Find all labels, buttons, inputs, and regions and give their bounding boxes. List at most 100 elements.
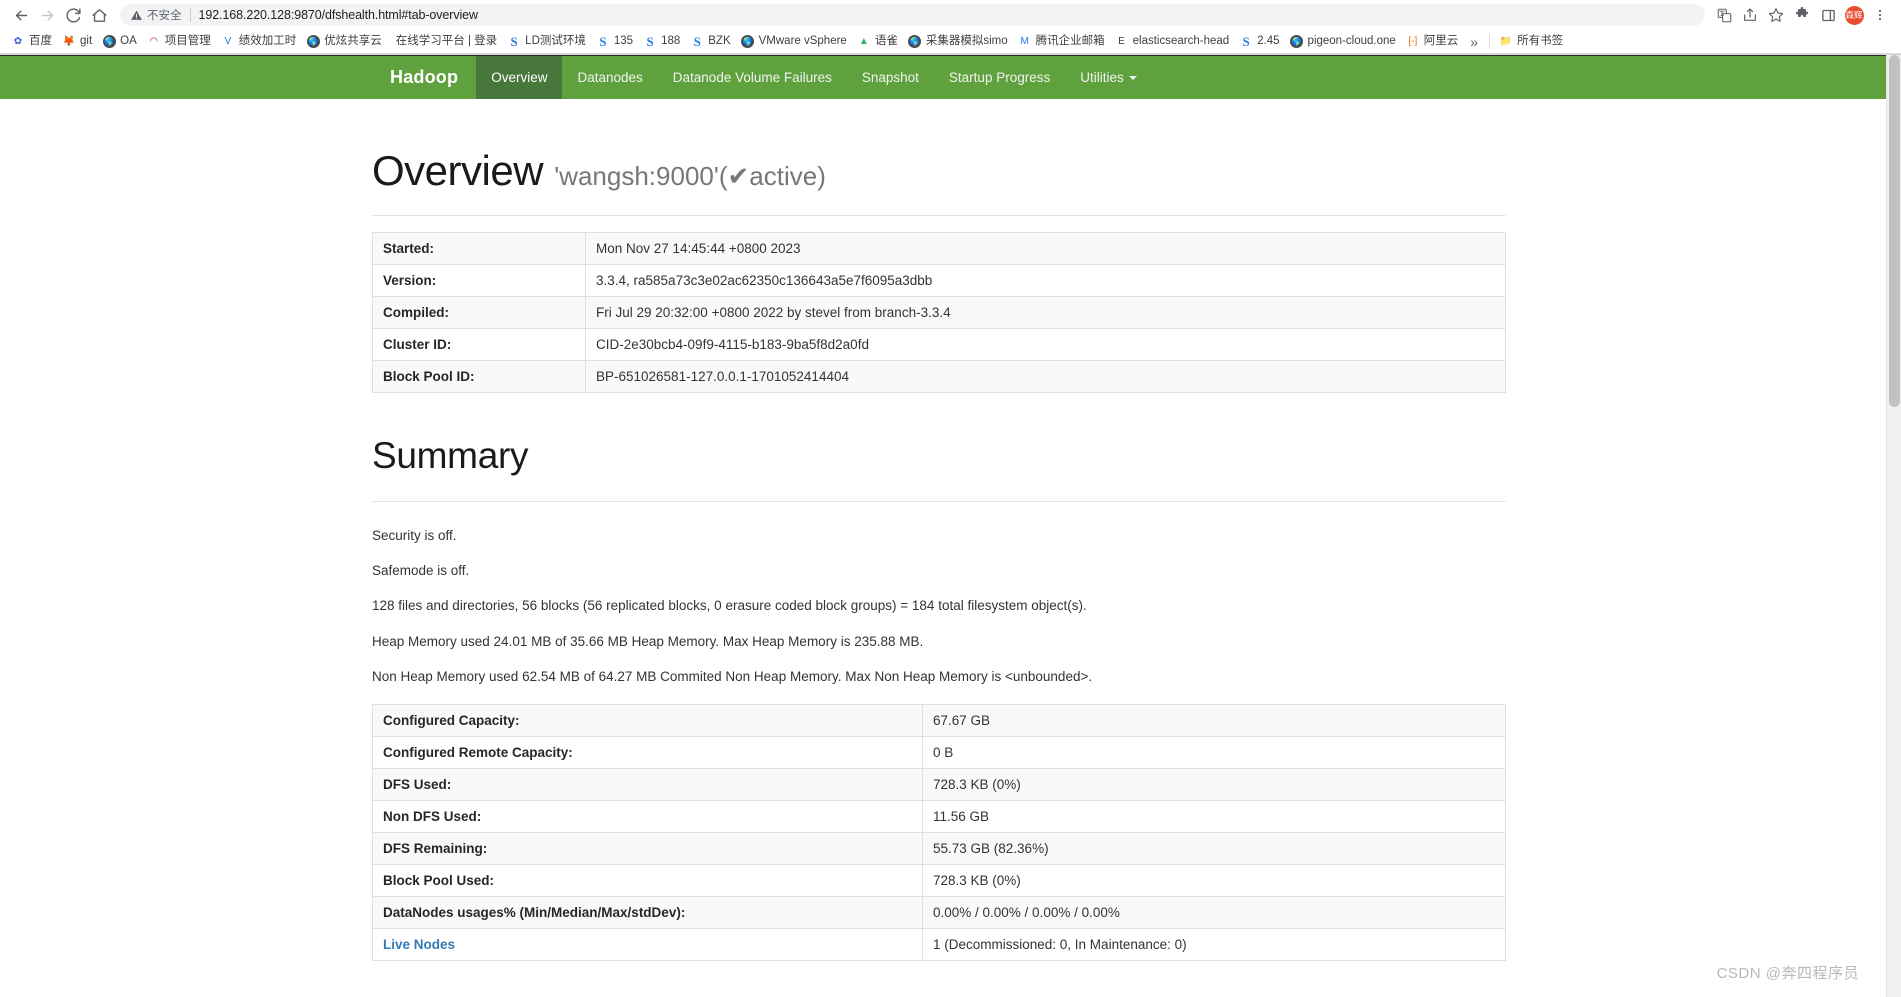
translate-icon[interactable] bbox=[1711, 2, 1737, 28]
bookmark-item[interactable]: Eelasticsearch-head bbox=[1110, 32, 1235, 52]
table-row: Cluster ID: CID-2e30bcb4-09f9-4115-b183-9… bbox=[372, 328, 1506, 362]
share-icon[interactable] bbox=[1737, 2, 1763, 28]
chrome-menu-icon[interactable] bbox=[1867, 2, 1893, 28]
tencent-mail-icon: M bbox=[1020, 35, 1029, 47]
bookmark-item[interactable]: 🌎 采集器模拟simo bbox=[903, 32, 1013, 52]
sogou-s-icon: S bbox=[510, 34, 518, 49]
bookmark-item[interactable]: 🌎 OA bbox=[97, 32, 142, 52]
table-row: Configured Remote Capacity: 0 B bbox=[372, 736, 1506, 770]
row-key: Started: bbox=[372, 232, 586, 266]
address-bar-url[interactable]: 192.168.220.128:9870/dfshealth.html#tab-… bbox=[199, 8, 478, 22]
bookmark-item[interactable]: ✿ 百度 bbox=[6, 32, 57, 52]
bookmark-label: LD测试环境 bbox=[525, 34, 586, 47]
page-title-state-close: ) bbox=[817, 161, 826, 191]
overview-info-table: Started: Mon Nov 27 14:45:44 +0800 2023 Ve… bbox=[372, 232, 1506, 394]
nav-item-snapshot[interactable]: Snapshot bbox=[847, 56, 934, 99]
row-key: Configured Remote Capacity: bbox=[372, 736, 923, 770]
bookmark-item[interactable]: S 2.45 bbox=[1234, 32, 1284, 52]
page-viewport: Hadoop Overview Datanodes Datanode Volume … bbox=[0, 55, 1901, 997]
row-value: 0 B bbox=[922, 736, 1506, 770]
bookmark-label: 语雀 bbox=[874, 34, 898, 47]
table-row: DataNodes usages% (Min/Median/Max/stdDev… bbox=[372, 896, 1506, 930]
browser-toolbar: 不安全 192.168.220.128:9870/dfshealth.html#… bbox=[0, 0, 1901, 30]
avatar-label: 森辉 bbox=[1844, 5, 1864, 25]
redmine-icon: ◠ bbox=[149, 35, 159, 47]
bookmark-item[interactable]: 🦊 git bbox=[57, 32, 97, 52]
all-bookmarks-button[interactable]: 📁 所有书签 bbox=[1494, 32, 1568, 52]
security-label: 不安全 bbox=[147, 10, 182, 22]
page-content: Overview 'wangsh:9000'(✔active) Started:… bbox=[0, 148, 1886, 962]
nav-item-startup-progress[interactable]: Startup Progress bbox=[934, 56, 1065, 99]
browser-chrome: 不安全 192.168.220.128:9870/dfshealth.html#… bbox=[0, 0, 1901, 55]
extensions-puzzle-icon[interactable] bbox=[1789, 2, 1815, 28]
page-title-host: 'wangsh:9000' bbox=[554, 161, 719, 191]
hadoop-brand[interactable]: Hadoop bbox=[372, 56, 476, 99]
page-title-state-label: active bbox=[749, 161, 818, 191]
table-row: Started: Mon Nov 27 14:45:44 +0800 2023 bbox=[372, 232, 1506, 266]
bookmarks-bar: ✿ 百度 🦊 git 🌎 OA ◠ 项目管理 V 绩效加工时 🌎 优炫共享云 在线学习平台 | 登录 S L… bbox=[0, 30, 1901, 54]
bookmark-item[interactable]: [-] 阿里云 bbox=[1401, 32, 1464, 52]
bookmark-item[interactable]: V 绩效加工时 bbox=[216, 32, 302, 52]
bookmark-label: elasticsearch-head bbox=[1132, 34, 1230, 47]
gitlab-icon: 🦊 bbox=[62, 35, 76, 47]
nav-item-label: Datanode Volume Failures bbox=[672, 70, 832, 85]
nav-item-datanodes[interactable]: Datanodes bbox=[562, 56, 657, 99]
title-divider bbox=[372, 215, 1506, 217]
elasticsearch-icon: E bbox=[1118, 35, 1125, 47]
bookmark-item[interactable]: S BZK bbox=[685, 32, 735, 52]
profile-avatar[interactable]: 森辉 bbox=[1841, 2, 1867, 28]
bookmark-label: VMware vSphere bbox=[758, 34, 847, 47]
bookmark-item[interactable]: S 135 bbox=[591, 32, 638, 52]
summary-note: Heap Memory used 24.01 MB of 35.66 MB He… bbox=[372, 633, 924, 649]
bookmark-label: 优炫共享云 bbox=[324, 34, 382, 47]
bookmark-label: 百度 bbox=[29, 34, 52, 47]
globe-icon: 🌎 bbox=[306, 35, 320, 49]
bookmark-item[interactable]: 在线学习平台 | 登录 bbox=[387, 32, 502, 52]
row-key: Cluster ID: bbox=[372, 328, 586, 362]
back-button[interactable] bbox=[8, 2, 34, 28]
bookmark-item[interactable]: S LD测试环境 bbox=[502, 32, 591, 52]
forward-button[interactable] bbox=[34, 2, 60, 28]
nav-item-label: Utilities bbox=[1080, 70, 1124, 85]
bookmark-item[interactable]: 🌎 优炫共享云 bbox=[301, 32, 387, 52]
bookmark-item[interactable]: ▲ 语雀 bbox=[852, 32, 903, 52]
home-button[interactable] bbox=[86, 2, 112, 28]
hadoop-navbar: Hadoop Overview Datanodes Datanode Volume … bbox=[0, 55, 1886, 99]
bookmark-item[interactable]: M 腾讯企业邮箱 bbox=[1013, 32, 1110, 52]
security-chip[interactable]: 不安全 bbox=[130, 7, 182, 23]
omnibox[interactable]: 不安全 192.168.220.128:9870/dfshealth.html#… bbox=[120, 4, 1705, 26]
scrollbar-thumb[interactable] bbox=[1889, 55, 1900, 407]
table-row: Configured Capacity: 67.67 GB bbox=[372, 704, 1506, 738]
forward-arrow-icon bbox=[41, 10, 53, 20]
side-panel-icon[interactable] bbox=[1815, 2, 1841, 28]
row-value: BP-651026581-127.0.0.1-1701052414404 bbox=[585, 360, 1506, 394]
bookmark-label: OA bbox=[120, 34, 137, 47]
bookmark-item[interactable]: 🌎 pigeon-cloud.one bbox=[1285, 32, 1401, 52]
bookmark-item[interactable]: ◠ 项目管理 bbox=[142, 32, 216, 52]
bookmark-item[interactable]: S 188 bbox=[638, 32, 685, 52]
row-key: Compiled: bbox=[372, 296, 586, 330]
bookmark-item[interactable]: 🌎 VMware vSphere bbox=[736, 32, 852, 52]
row-key: Block Pool ID: bbox=[372, 360, 586, 394]
nav-item-utilities[interactable]: Utilities bbox=[1065, 56, 1152, 99]
reload-button[interactable] bbox=[60, 2, 86, 28]
row-key: Block Pool Used: bbox=[372, 864, 923, 898]
live-nodes-link[interactable]: Live Nodes bbox=[383, 937, 455, 952]
bookmark-label: git bbox=[80, 34, 93, 47]
row-key[interactable]: Live Nodes bbox=[372, 928, 923, 962]
nav-item-overview[interactable]: Overview bbox=[476, 56, 563, 99]
all-bookmarks-label: 所有书签 bbox=[1517, 34, 1564, 47]
bookmarks-overflow-button[interactable]: » bbox=[1463, 34, 1485, 50]
globe-icon: 🌎 bbox=[741, 35, 755, 49]
bookmark-label: 2.45 bbox=[1257, 34, 1280, 47]
vertical-scrollbar[interactable] bbox=[1886, 55, 1901, 997]
summary-note: Security is off. bbox=[372, 528, 457, 544]
folder-icon: 📁 bbox=[1499, 35, 1513, 47]
row-key: DFS Remaining: bbox=[372, 832, 923, 866]
sogou-s-icon: S bbox=[646, 34, 654, 49]
nav-item-datanode-volume-failures[interactable]: Datanode Volume Failures bbox=[658, 56, 847, 99]
summary-table: Configured Capacity: 67.67 GB Configured R… bbox=[372, 704, 1506, 962]
page-title-state-open: ( bbox=[718, 161, 728, 191]
not-secure-warning-icon bbox=[131, 10, 142, 20]
bookmark-star-icon[interactable] bbox=[1763, 2, 1789, 28]
